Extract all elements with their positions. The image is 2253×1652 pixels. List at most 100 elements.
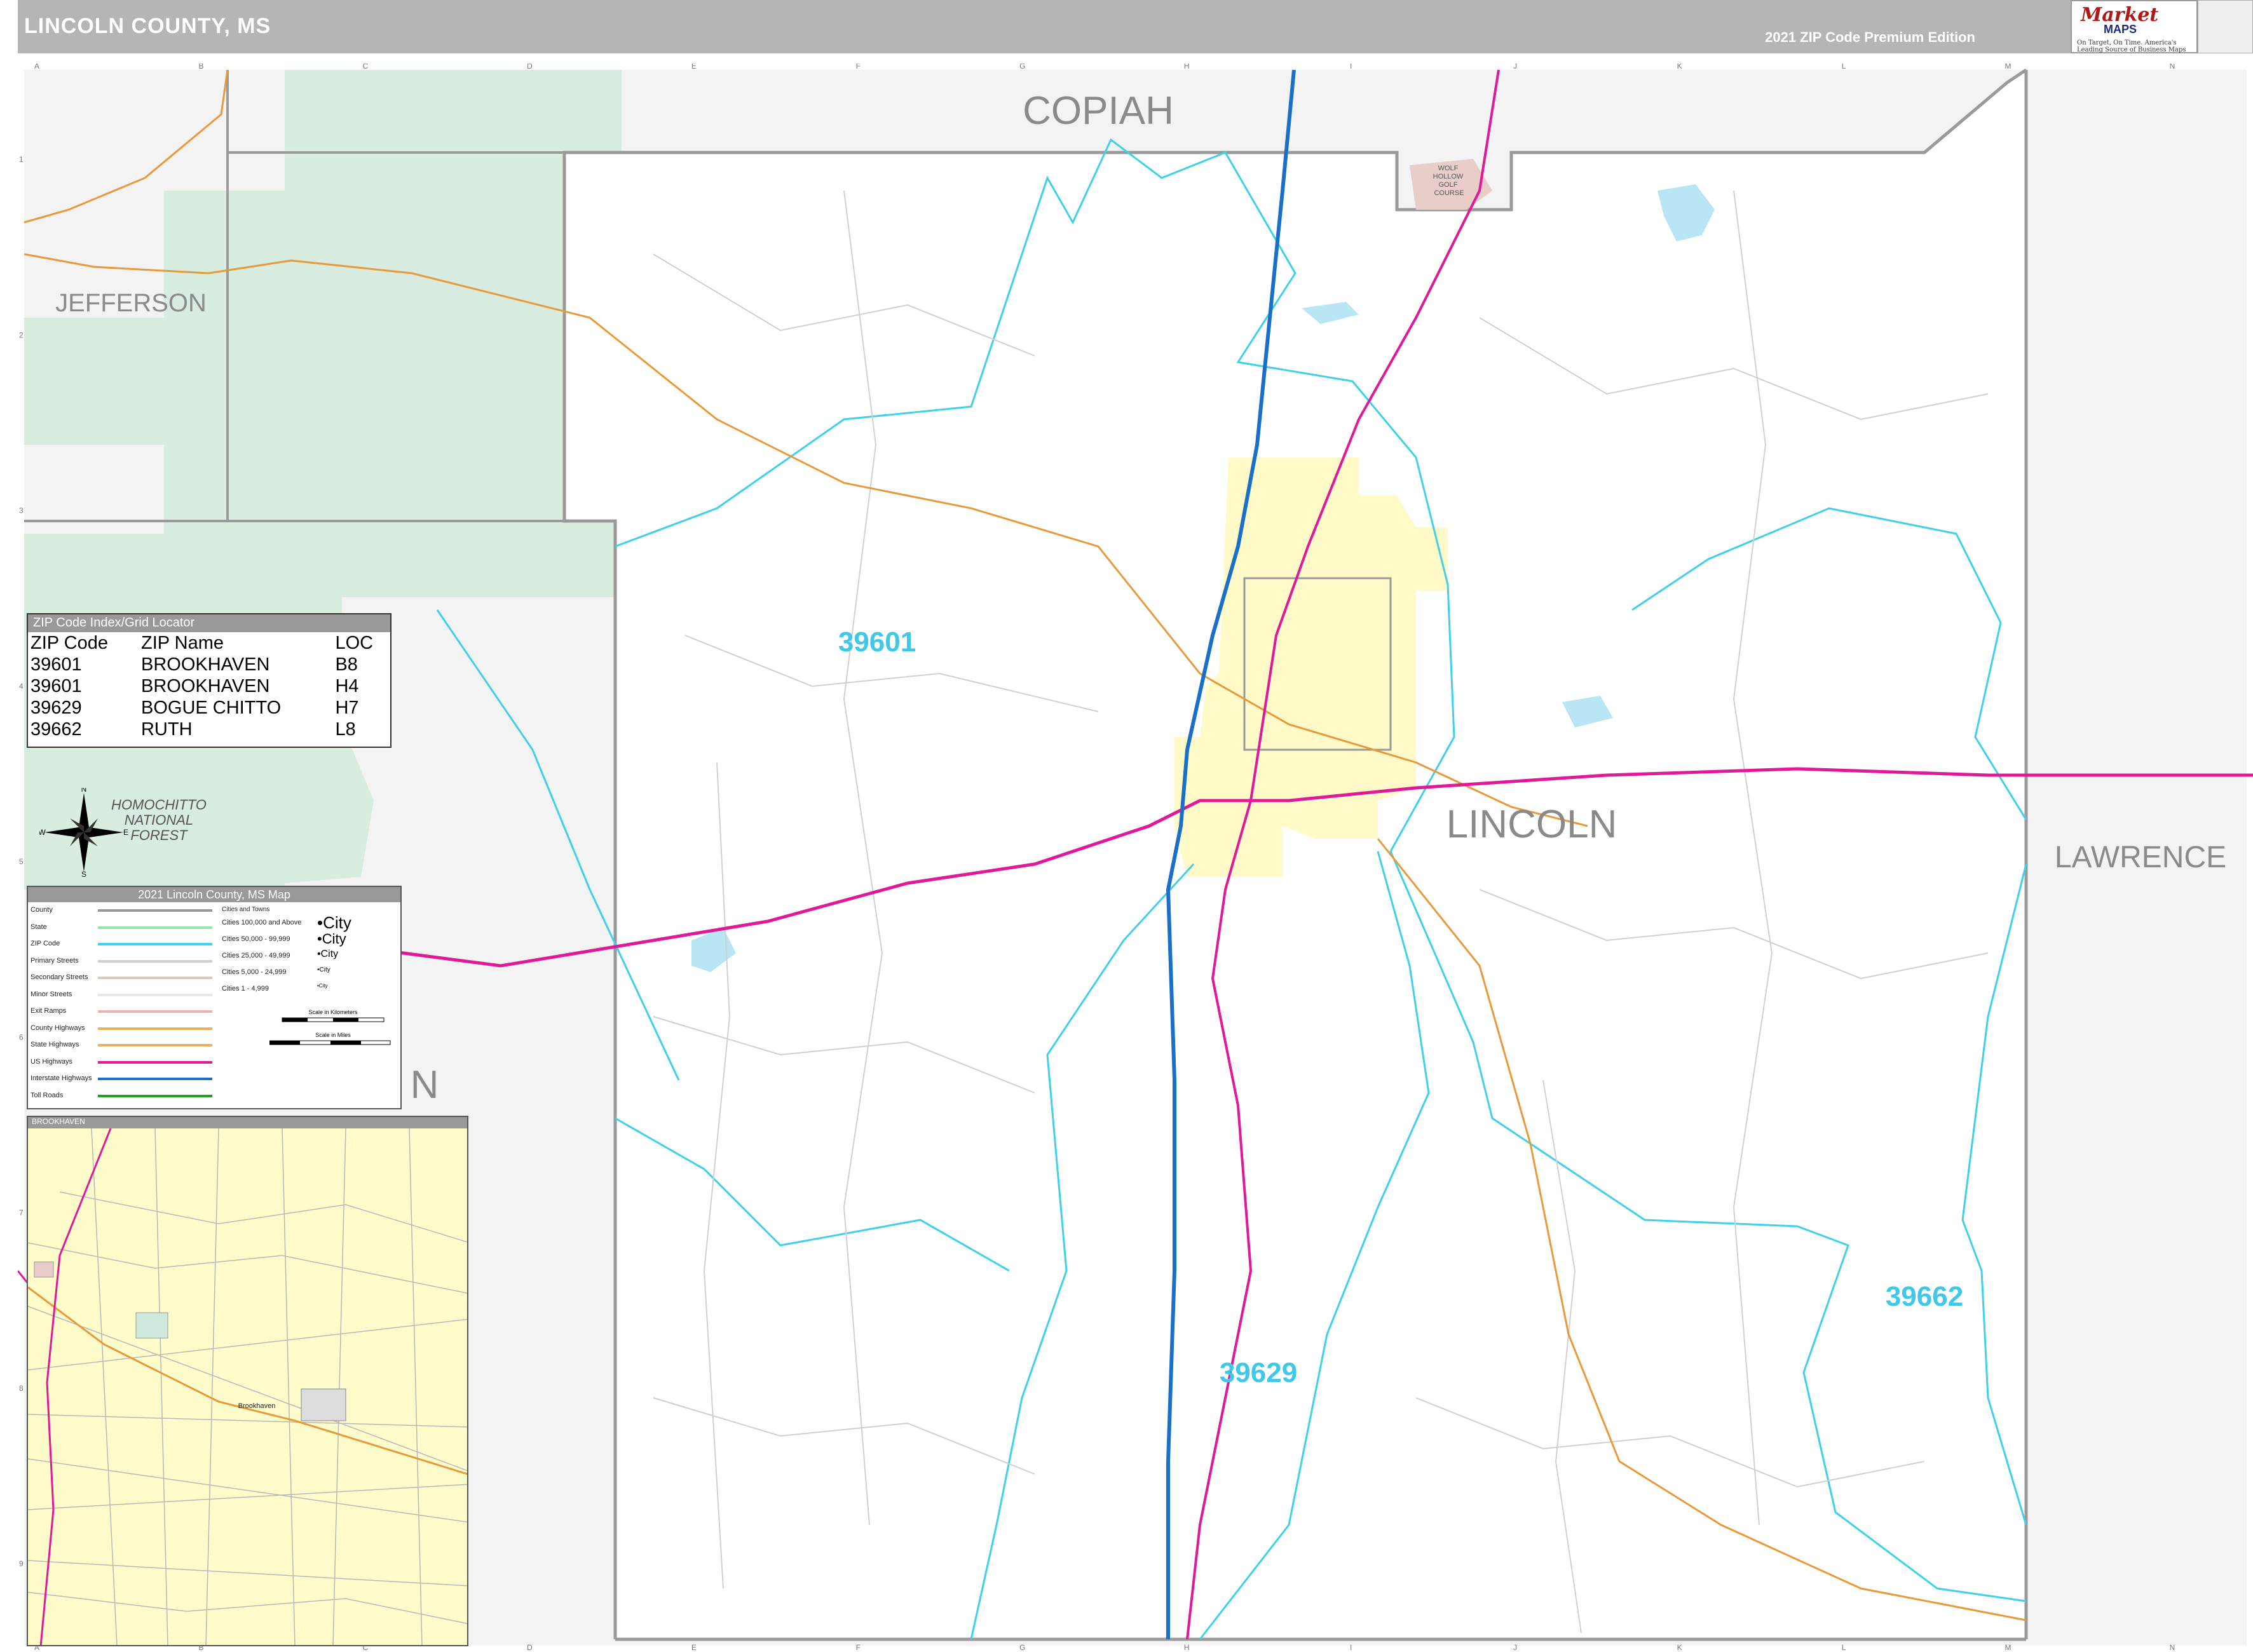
compass-n: N [81, 788, 87, 794]
grid-letter-bottom-E: E [691, 1643, 697, 1652]
zip-index-title: ZIP Code Index/Grid Locator [28, 614, 390, 632]
grid-number-4: 4 [19, 682, 24, 691]
legend-city-sample: •City [317, 966, 330, 973]
legend-swatch [98, 926, 212, 929]
legend-swatch [98, 1094, 212, 1097]
legend-item-label: State Highways [31, 1041, 79, 1048]
contact-info-box [2198, 0, 2253, 53]
zip-name-cell: BROOKHAVEN [140, 675, 270, 696]
grid-letter-bottom-M: M [2005, 1643, 2011, 1652]
forest-label: HOMOCHITTO NATIONAL FOREST [111, 797, 207, 843]
zip-code-cell: 39629 [31, 697, 82, 718]
zip-label-39601: 39601 [838, 626, 916, 658]
legend-title: 2021 Lincoln County, MS Map [28, 887, 400, 902]
zip-name-cell: BOGUE CHITTO [140, 697, 282, 718]
compass-s: S [81, 870, 86, 877]
grid-letter-bottom-K: K [1677, 1643, 1682, 1652]
county-label-lawrence: LAWRENCE [2055, 841, 2226, 874]
grid-letter-bottom-L: L [1842, 1643, 1846, 1652]
legend-city-class: Cities 1 - 4,999 [222, 985, 269, 992]
legend-city-class: Cities 25,000 - 49,999 [222, 952, 290, 959]
grid-number-3: 3 [19, 506, 24, 515]
header-bar: LINCOLN COUNTY, MS 2021 ZIP Code Premium… [18, 0, 2071, 53]
zip-label-39629: 39629 [1220, 1357, 1297, 1388]
grid-letter-bottom-N: N [2170, 1643, 2175, 1652]
legend-item-label: Exit Ramps [31, 1007, 67, 1015]
legend-cities-title: Cities and Towns [222, 906, 270, 913]
forest-label-line-2: NATIONAL [124, 812, 194, 828]
legend-swatch [98, 1010, 212, 1013]
legend-item-label: County Highways [31, 1024, 85, 1032]
market-maps-logo: Market MAPS On Target, On Time. America'… [2071, 0, 2198, 53]
grid-letter-top-N: N [2170, 64, 2175, 71]
county-label-copiah: COPIAH [1023, 89, 1174, 133]
zip-index-panel: ZIP Code Index/Grid Locator ZIP Code ZIP… [27, 613, 391, 748]
grid-letter-top-E: E [691, 64, 697, 71]
grid-number-5: 5 [19, 857, 24, 866]
county-label-franklin-partial: N [411, 1063, 439, 1107]
legend-city-sample: •City [317, 983, 328, 989]
grid-letter-bottom-H: H [1184, 1643, 1190, 1652]
compass-w: W [39, 828, 46, 837]
zip-index-header-row: ZIP Code ZIP Name LOC [28, 632, 390, 654]
logo-tagline: On Target, On Time. America's Leading So… [2077, 39, 2186, 53]
grid-letter-top-D: D [527, 64, 533, 71]
scale-mi-label: Scale in Miles [315, 1032, 351, 1038]
legend-item-label: Toll Roads [31, 1091, 64, 1099]
grid-letter-bottom-J: J [1513, 1643, 1517, 1652]
grid-letter-top-K: K [1677, 64, 1682, 71]
grid-letter-top-M: M [2005, 64, 2011, 71]
grid-letter-top-I: I [1350, 64, 1352, 71]
zip-code-cell: 39601 [31, 675, 82, 696]
forest-label-line-1: HOMOCHITTO [111, 797, 207, 813]
county-label-lincoln: LINCOLN [1446, 802, 1617, 846]
grid-letter-top-C: C [363, 64, 369, 71]
grid-letter-top-A: A [34, 64, 39, 71]
legend-city-class: Cities 100,000 and Above [222, 919, 302, 926]
map-legend: 2021 Lincoln County, MS Map County State Z… [27, 886, 402, 1109]
inset-map-canvas: Brookhaven [28, 1128, 467, 1645]
zip-label-39662: 39662 [1886, 1281, 1963, 1312]
zip-index-table: ZIP Code ZIP Name LOC 39601 BROOKHAVEN B… [28, 632, 390, 740]
legend-scale-bars: Scale in Kilometers Scale in Miles [269, 1009, 391, 1045]
grid-number-6: 6 [19, 1032, 24, 1041]
grid-number-7: 7 [19, 1209, 24, 1217]
legend-item-label: State [31, 923, 47, 931]
zip-name-cell: BROOKHAVEN [140, 654, 270, 675]
zip-code-cell: 39601 [31, 654, 82, 675]
table-row: 39662 RUTH L8 [28, 719, 390, 740]
table-row: 39601 BROOKHAVEN B8 [28, 654, 390, 675]
edition-label: 2021 ZIP Code Premium Edition [1765, 29, 1975, 45]
grid-letter-top-H: H [1184, 64, 1190, 71]
legend-swatch [98, 1060, 212, 1064]
legend-item-label: Minor Streets [31, 990, 72, 998]
legend-swatch [98, 959, 212, 963]
legend-item-label: Secondary Streets [31, 973, 88, 981]
logo-brand-sub: MAPS [2104, 23, 2137, 36]
grid-letter-top-B: B [198, 64, 203, 71]
golf-label-line-1: WOLF [1438, 165, 1459, 172]
inset-city-label: Brookhaven [238, 1402, 276, 1410]
grid-letter-top-G: G [1019, 64, 1025, 71]
legend-item-label: Primary Streets [31, 956, 79, 965]
legend-item-label: ZIP Code [31, 940, 60, 947]
table-row: 39629 BOGUE CHITTO H7 [28, 697, 390, 719]
legend-swatch [98, 977, 212, 979]
table-row: 39601 BROOKHAVEN H4 [28, 675, 390, 697]
scale-km-label: Scale in Kilometers [308, 1009, 358, 1015]
legend-item-label: US Highways [31, 1057, 73, 1066]
zip-index-header-name: ZIP Name [140, 632, 224, 653]
legend-city-class: Cities 50,000 - 99,999 [222, 935, 290, 943]
legend-swatch [98, 1044, 212, 1046]
grid-number-1: 1 [19, 155, 24, 164]
zip-loc-cell: B8 [335, 654, 358, 675]
zip-loc-cell: H7 [335, 697, 359, 718]
legend-swatch [98, 1027, 212, 1030]
legend-item-label: County [31, 906, 53, 914]
legend-swatch [98, 1078, 212, 1080]
forest-label-line-3: FOREST [130, 827, 187, 843]
grid-letter-top-F: F [856, 64, 861, 71]
inset-title: BROOKHAVEN [28, 1117, 467, 1128]
zip-code-cell: 39662 [31, 719, 82, 740]
legend-swatch [98, 909, 212, 912]
